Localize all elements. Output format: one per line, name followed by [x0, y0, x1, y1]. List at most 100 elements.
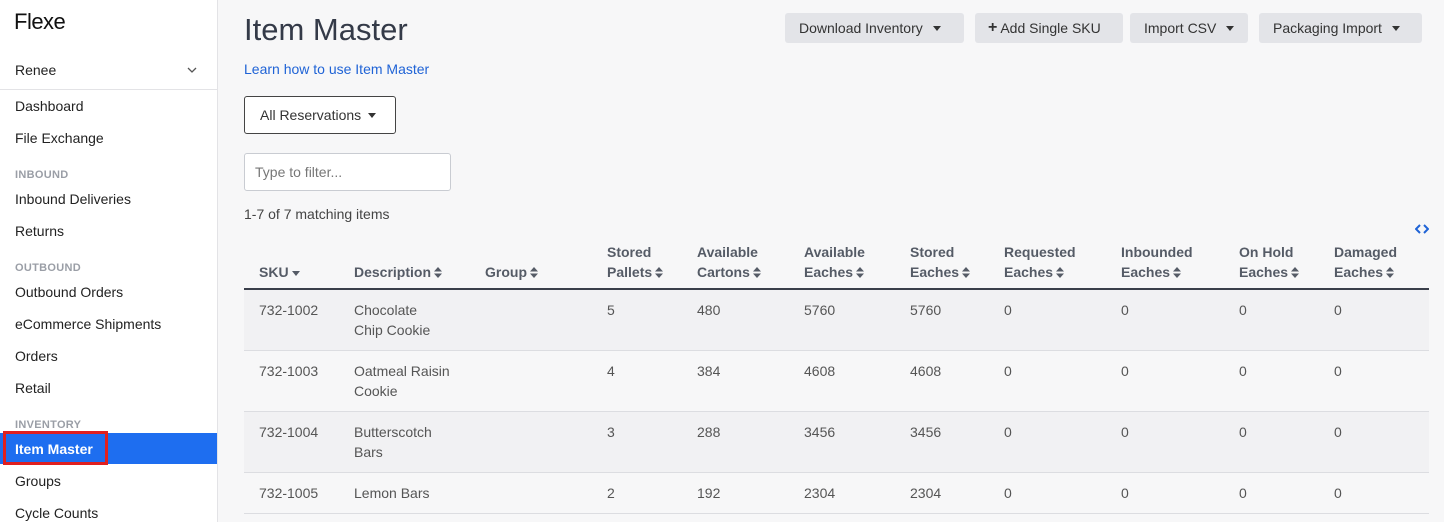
sort-icon [1056, 267, 1065, 278]
caret-down-icon [932, 25, 941, 31]
reservations-dropdown[interactable]: All Reservations [244, 96, 396, 134]
cell-on-hold-eaches: 0 [1239, 302, 1247, 318]
section-label-inbound: INBOUND [15, 169, 69, 181]
chevron-down-icon [187, 67, 197, 73]
column-header-stored-eaches[interactable]: Stored Eaches [910, 242, 971, 282]
cell-requested-eaches: 0 [1004, 302, 1012, 318]
code-icon[interactable] [1415, 223, 1429, 235]
learn-item-master-link[interactable]: Learn how to use Item Master [244, 61, 429, 77]
table-body: 732-1002 Chocolate Chip Cookie 5 480 5760… [244, 290, 1429, 514]
sort-icon [1173, 267, 1182, 278]
column-header-requested-eaches[interactable]: Requested Eaches [1004, 242, 1076, 282]
cell-on-hold-eaches: 0 [1239, 485, 1247, 501]
column-header-stored-pallets[interactable]: Stored Pallets [607, 242, 664, 282]
table-row[interactable]: 732-1005 Lemon Bars 2 192 2304 2304 0 0 … [244, 473, 1429, 514]
sort-icon [752, 267, 761, 278]
sidebar-item-inbound-deliveries[interactable]: Inbound Deliveries [0, 184, 217, 214]
sidebar-item-ecommerce-shipments[interactable]: eCommerce Shipments [0, 309, 217, 339]
cell-on-hold-eaches: 0 [1239, 363, 1247, 379]
cell-inbounded-eaches: 0 [1121, 302, 1129, 318]
cell-sku: 732-1004 [259, 424, 319, 440]
sidebar-item-file-exchange[interactable]: File Exchange [0, 123, 217, 153]
cell-sku: 732-1005 [259, 485, 319, 501]
sidebar-item-dashboard[interactable]: Dashboard [0, 91, 217, 121]
sidebar-item-returns[interactable]: Returns [0, 216, 217, 246]
caret-down-icon [368, 112, 377, 118]
cell-damaged-eaches: 0 [1334, 485, 1342, 501]
item-table: SKU Description Group Stored Pallets Avai… [244, 240, 1429, 514]
cell-description: Chocolate Chip Cookie [354, 302, 431, 338]
cell-available-cartons: 192 [697, 485, 721, 501]
sort-icon [1386, 267, 1395, 278]
sort-desc-icon [291, 271, 300, 276]
sort-icon [530, 267, 538, 278]
cell-stored-pallets: 2 [607, 485, 615, 501]
cell-sku: 732-1002 [259, 302, 319, 318]
packaging-import-button[interactable]: Packaging Import [1259, 13, 1422, 43]
cell-description: Lemon Bars [354, 485, 430, 501]
cell-on-hold-eaches: 0 [1239, 424, 1247, 440]
sidebar-item-outbound-orders[interactable]: Outbound Orders [0, 277, 217, 307]
cell-stored-pallets: 4 [607, 363, 615, 379]
cell-damaged-eaches: 0 [1334, 302, 1342, 318]
column-header-group[interactable]: Group [485, 262, 538, 282]
user-name: Renee [15, 61, 57, 78]
sort-icon [655, 267, 664, 278]
table-row[interactable]: 732-1002 Chocolate Chip Cookie 5 480 5760… [244, 290, 1429, 351]
cell-damaged-eaches: 0 [1334, 363, 1342, 379]
cell-available-cartons: 288 [697, 424, 721, 440]
section-label-outbound: OUTBOUND [15, 262, 81, 274]
download-inventory-button[interactable]: Download Inventory [785, 13, 964, 43]
cell-stored-eaches: 2304 [910, 485, 942, 501]
table-row[interactable]: 732-1004 Butterscotch Bars 3 288 3456 345… [244, 412, 1429, 473]
column-header-on-hold-eaches[interactable]: On Hold Eaches [1239, 242, 1300, 282]
sidebar-item-retail[interactable]: Retail [0, 373, 217, 403]
cell-stored-eaches: 4608 [910, 363, 942, 379]
sidebar-item-item-master[interactable]: Item Master [0, 433, 217, 464]
sort-icon [434, 267, 443, 278]
cell-stored-eaches: 3456 [910, 424, 942, 440]
cell-requested-eaches: 0 [1004, 424, 1012, 440]
user-menu[interactable]: Renee [0, 50, 217, 90]
table-header: SKU Description Group Stored Pallets Avai… [244, 240, 1429, 290]
cell-inbounded-eaches: 0 [1121, 363, 1129, 379]
flexe-logo[interactable]: Flexe [14, 9, 66, 35]
column-header-available-eaches[interactable]: Available Eaches [804, 242, 865, 282]
cell-description: Butterscotch Bars [354, 424, 432, 460]
sort-icon [856, 267, 865, 278]
cell-available-eaches: 5760 [804, 302, 836, 318]
sidebar-item-cycle-counts[interactable]: Cycle Counts [0, 498, 217, 522]
cell-inbounded-eaches: 0 [1121, 485, 1129, 501]
cell-stored-pallets: 3 [607, 424, 615, 440]
cell-requested-eaches: 0 [1004, 485, 1012, 501]
cell-stored-pallets: 5 [607, 302, 615, 318]
column-header-inbounded-eaches[interactable]: Inbounded Eaches [1121, 242, 1193, 282]
caret-down-icon [1226, 25, 1235, 31]
sidebar-item-groups[interactable]: Groups [0, 466, 217, 496]
section-label-inventory: INVENTORY [15, 419, 82, 431]
cell-stored-eaches: 5760 [910, 302, 942, 318]
cell-inbounded-eaches: 0 [1121, 424, 1129, 440]
cell-requested-eaches: 0 [1004, 363, 1012, 379]
page-title: Item Master [244, 12, 408, 47]
cell-available-eaches: 4608 [804, 363, 836, 379]
column-header-description[interactable]: Description [354, 262, 443, 282]
import-csv-button[interactable]: Import CSV [1130, 13, 1248, 43]
sidebar: Flexe Renee Dashboard File Exchange INBO… [0, 0, 218, 522]
sort-icon [1291, 267, 1300, 278]
sidebar-item-orders[interactable]: Orders [0, 341, 217, 371]
cell-available-eaches: 3456 [804, 424, 836, 440]
column-header-sku[interactable]: SKU [259, 262, 300, 282]
table-row[interactable]: 732-1003 Oatmeal Raisin Cookie 4 384 4608… [244, 351, 1429, 412]
cell-available-cartons: 384 [697, 363, 721, 379]
column-header-damaged-eaches[interactable]: Damaged Eaches [1334, 242, 1397, 282]
caret-down-icon [1391, 25, 1400, 31]
add-single-sku-button[interactable]: + Add Single SKU [975, 13, 1123, 43]
column-header-available-cartons[interactable]: Available Cartons [697, 242, 761, 282]
plus-icon: + [988, 19, 998, 36]
cell-available-eaches: 2304 [804, 485, 836, 501]
filter-input[interactable] [244, 153, 451, 191]
matching-count: 1-7 of 7 matching items [244, 206, 390, 222]
cell-damaged-eaches: 0 [1334, 424, 1342, 440]
sort-icon [962, 267, 971, 278]
